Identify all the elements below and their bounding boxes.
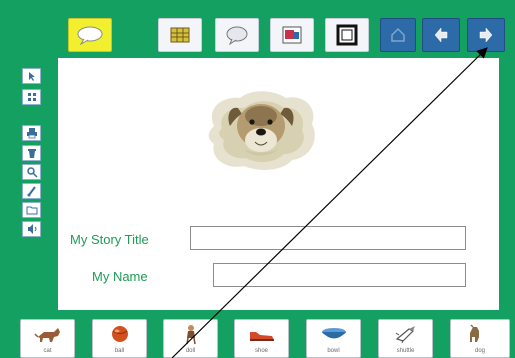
trash-tool[interactable] <box>22 145 41 161</box>
next-page-button[interactable] <box>467 18 505 52</box>
picture-card-label: ball <box>114 348 125 354</box>
save-tool[interactable] <box>22 202 41 218</box>
flag-button[interactable] <box>158 18 202 52</box>
story-page: My Story Title My Name <box>58 58 499 310</box>
grid-tool[interactable] <box>22 89 41 105</box>
picture-card-doll[interactable]: doll <box>163 319 218 358</box>
dog-photo[interactable] <box>200 86 322 176</box>
speaker-icon <box>27 224 36 234</box>
picture-card-label: shoe <box>254 348 268 354</box>
picture-card-label: doll <box>185 348 196 354</box>
picture-icon <box>282 26 302 44</box>
dog-icon <box>470 324 479 342</box>
frame-button[interactable] <box>325 18 369 52</box>
story-title-label: My Story Title <box>70 232 149 247</box>
picture-card-shuttle[interactable]: shuttle <box>378 319 433 358</box>
printer-icon <box>26 128 37 139</box>
zoom-tool[interactable] <box>22 164 41 180</box>
story-maker-app: My Story Title My Name cat ball doll sho… <box>0 0 515 358</box>
pointer-tool[interactable] <box>22 68 41 84</box>
grid-icon <box>27 93 36 101</box>
picture-card-dog[interactable]: dog <box>450 319 510 358</box>
speech-cloud-button[interactable] <box>68 18 112 52</box>
speech-cloud-icon <box>77 26 103 45</box>
magnifier-icon <box>26 167 38 178</box>
flag-icon <box>170 27 190 43</box>
cat-icon <box>34 328 60 342</box>
picture-card-label: cat <box>43 348 52 354</box>
back-arrow-icon <box>434 27 448 43</box>
speech-bubble-icon <box>226 26 248 45</box>
home-icon <box>391 27 405 42</box>
shuttle-icon <box>395 326 415 344</box>
print-tool[interactable] <box>22 125 41 141</box>
picture-card-shoe[interactable]: shoe <box>234 319 289 358</box>
picture-card-cat[interactable]: cat <box>20 319 75 358</box>
story-title-input[interactable] <box>190 226 466 250</box>
speech-bubble-button[interactable] <box>215 18 259 52</box>
home-button[interactable] <box>380 18 416 52</box>
arrow-icon <box>28 72 35 81</box>
folder-icon <box>26 206 37 215</box>
brush-icon <box>27 186 36 197</box>
doll-icon <box>186 325 196 345</box>
bowl-icon <box>322 328 346 339</box>
previous-page-button[interactable] <box>422 18 460 52</box>
trash-icon <box>27 149 36 158</box>
picture-card-bowl[interactable]: bowl <box>306 319 361 358</box>
name-input[interactable] <box>213 263 466 287</box>
paint-tool[interactable] <box>22 183 41 199</box>
picture-button[interactable] <box>270 18 314 52</box>
sound-tool[interactable] <box>22 221 41 237</box>
shoe-icon <box>250 332 274 341</box>
forward-arrow-icon <box>479 27 493 43</box>
frame-icon <box>336 24 358 46</box>
picture-card-ball[interactable]: ball <box>92 319 147 358</box>
picture-card-label: bowl <box>327 348 340 354</box>
ball-icon <box>112 326 128 342</box>
picture-card-label: dog <box>474 348 485 354</box>
picture-card-label: shuttle <box>396 348 415 354</box>
name-label: My Name <box>92 269 148 284</box>
